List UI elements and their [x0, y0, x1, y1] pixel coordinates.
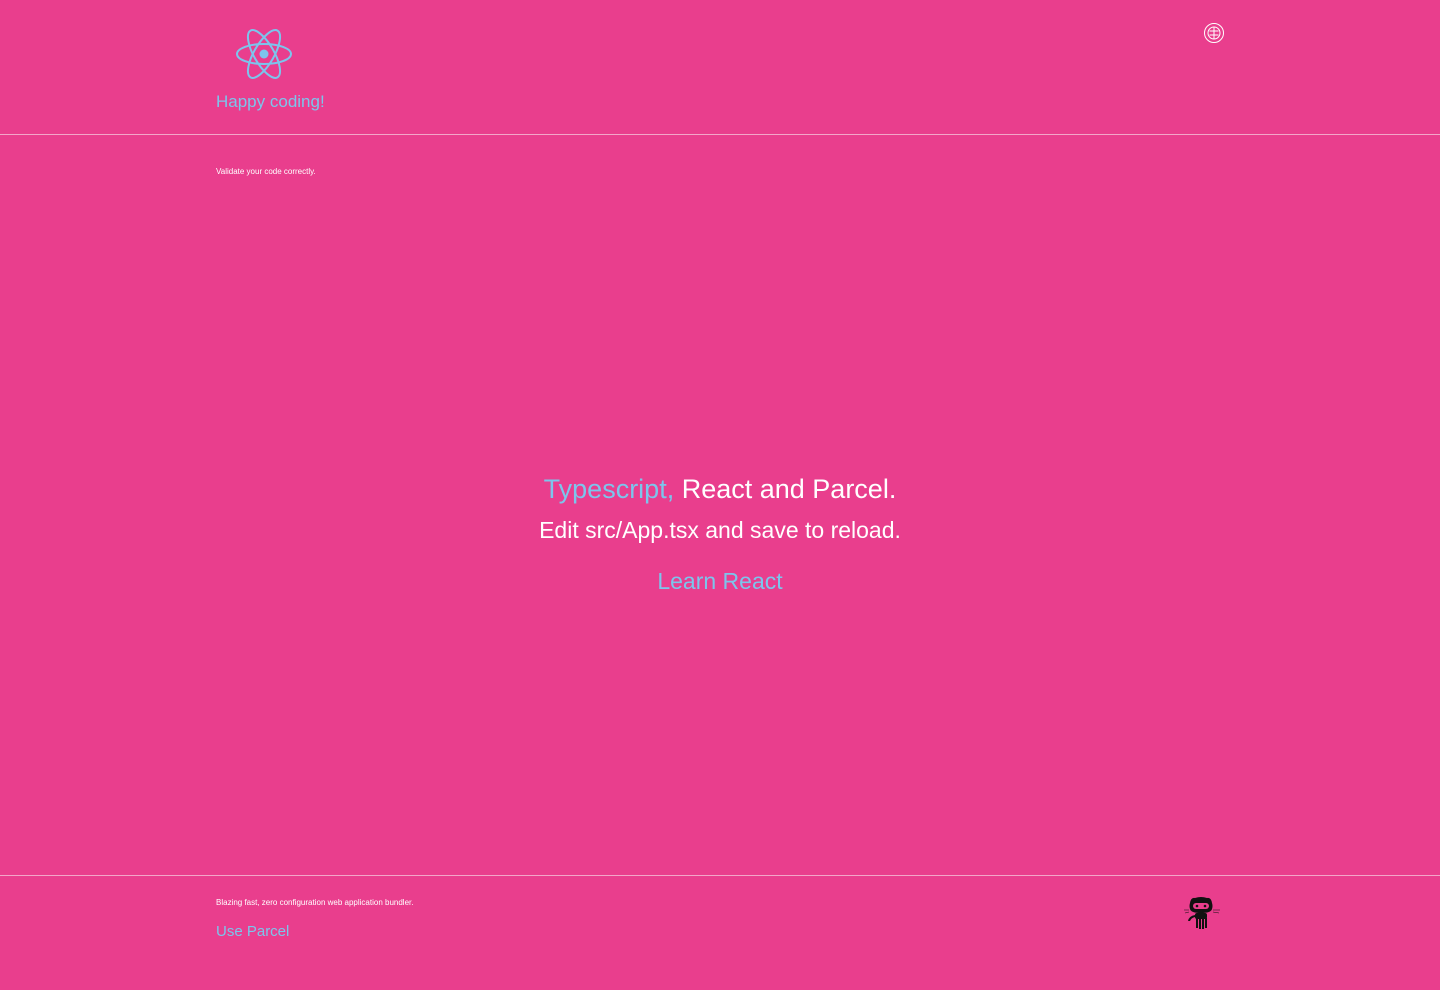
octocat-icon[interactable]: [1182, 894, 1222, 934]
app-footer: Blazing fast, zero configuration web app…: [0, 875, 1440, 995]
page-subtitle: Validate your code correctly.: [216, 167, 316, 176]
footer-description: Blazing fast, zero configuration web app…: [216, 898, 414, 907]
hero-accent-text: Typescript,: [543, 474, 675, 504]
parcel-globe-icon[interactable]: [1203, 22, 1225, 44]
header-tagline: Happy coding!: [216, 92, 325, 111]
bottom-strip: [0, 990, 1440, 995]
hero-heading: Typescript, React and Parcel.: [0, 474, 1440, 505]
hero-rest-text: React and Parcel.: [674, 474, 897, 504]
hero-instruction: Edit src/App.tsx and save to reload.: [539, 517, 901, 543]
app-header: Happy coding!: [0, 0, 1440, 135]
learn-react-link[interactable]: Learn React: [0, 568, 1440, 595]
use-parcel-link[interactable]: Use Parcel: [216, 923, 289, 940]
react-atom-icon: [236, 29, 292, 79]
app-page: Happy coding! Validate your code correct…: [0, 0, 1440, 995]
